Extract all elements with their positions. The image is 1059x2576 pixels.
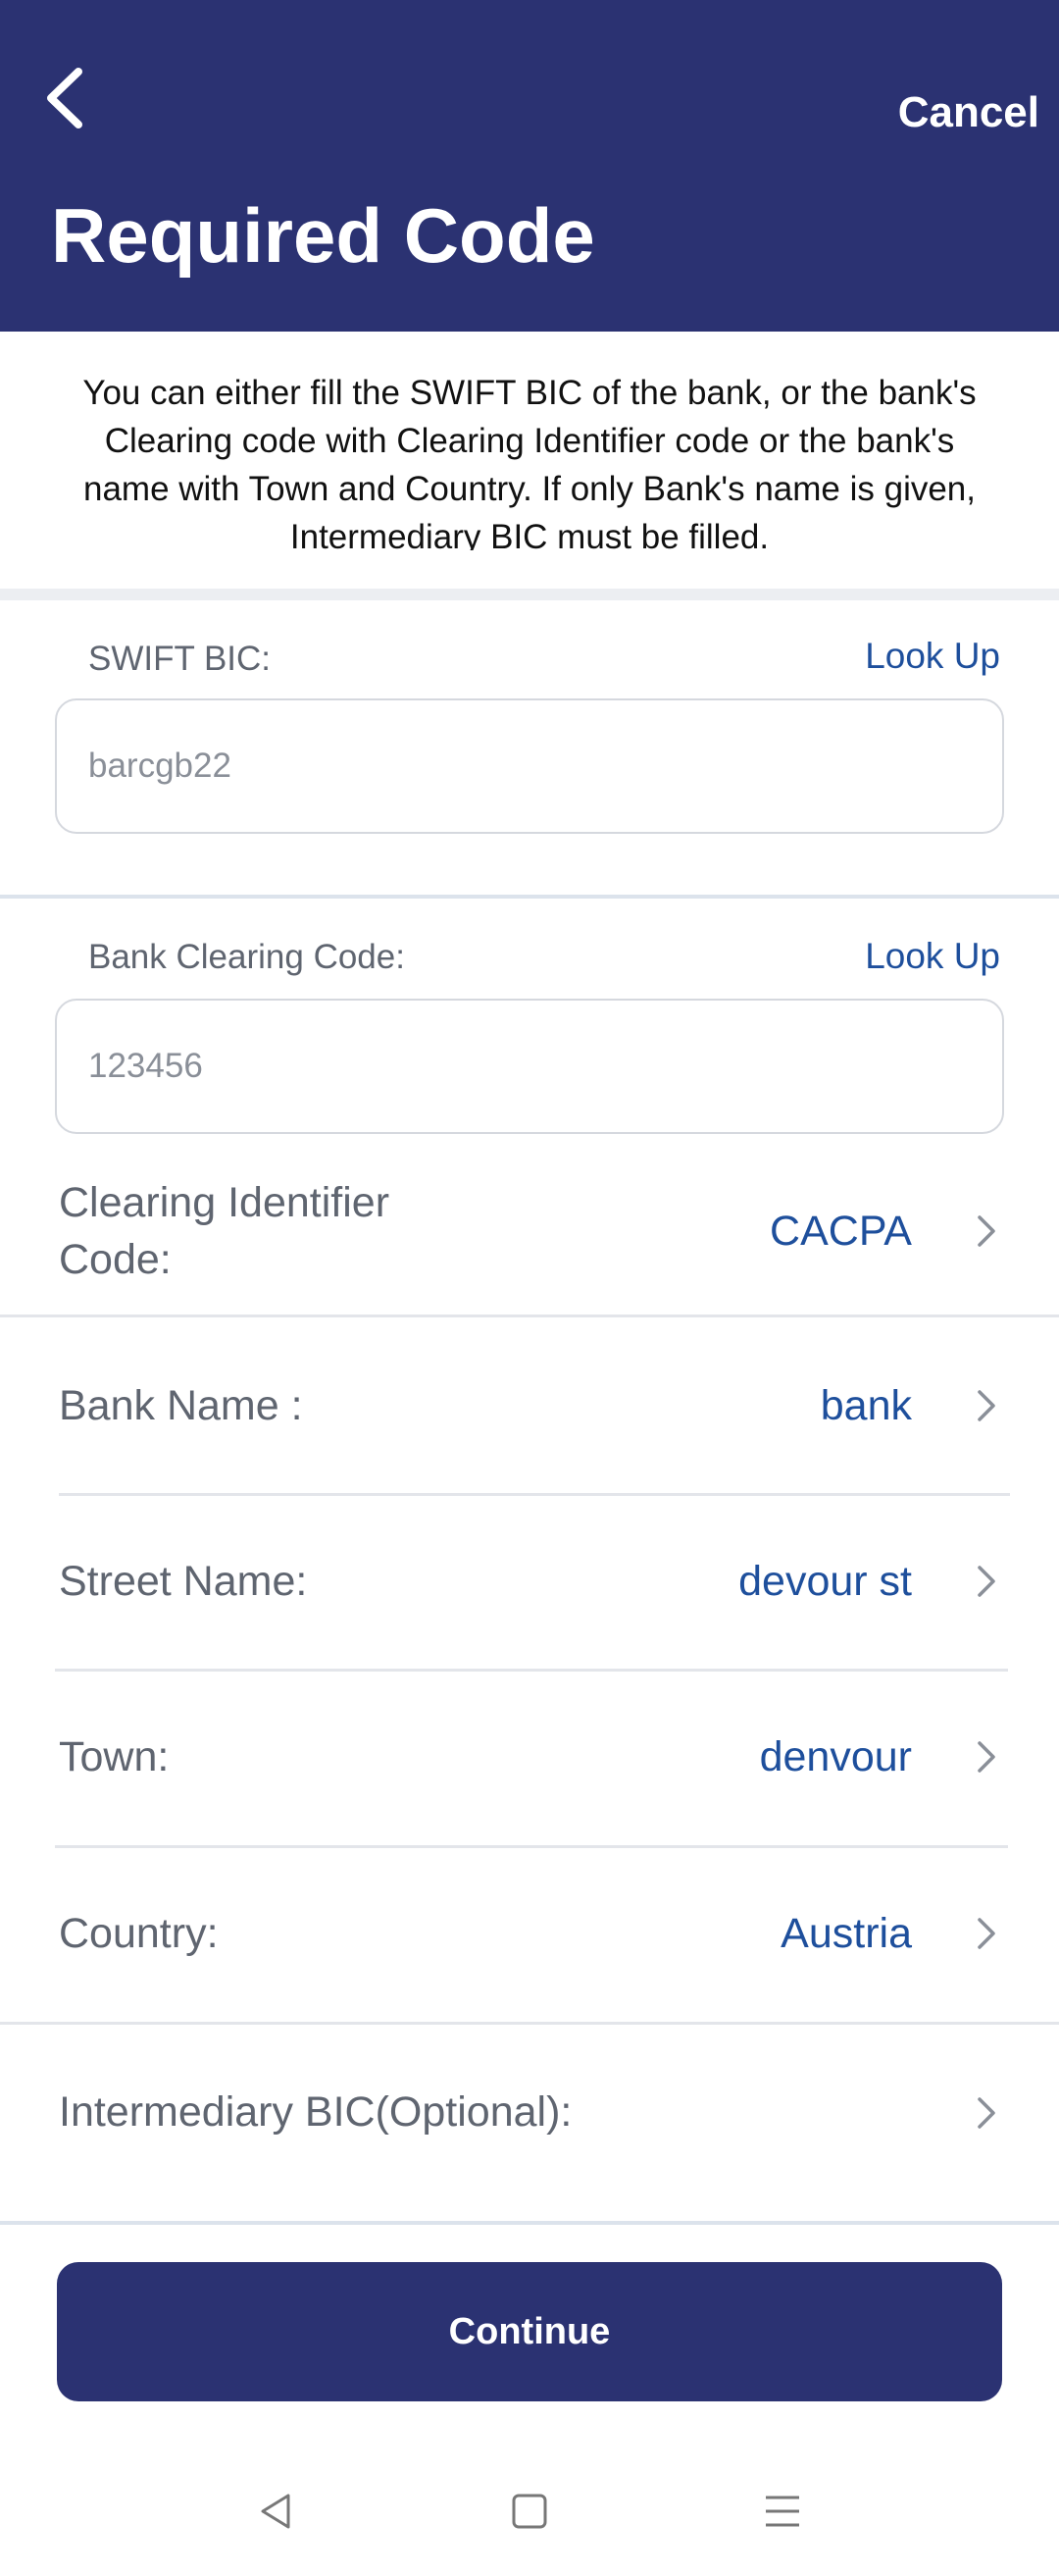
chevron-left-icon <box>47 68 82 129</box>
section-divider <box>0 895 1059 899</box>
nav-back-button[interactable] <box>247 2482 306 2541</box>
chevron-right-icon <box>978 1741 995 1773</box>
street-name-label: Street Name: <box>59 1558 308 1605</box>
intermediary-bic-row[interactable]: Intermediary BIC(Optional): <box>0 2025 1059 2221</box>
bank-clearing-code-input[interactable] <box>55 999 1004 1134</box>
bank-name-value: bank <box>820 1382 912 1429</box>
clearing-identifier-label: Clearing Identifier Code: <box>59 1174 389 1288</box>
town-row[interactable]: Town: denvour <box>0 1672 1059 1846</box>
section-divider <box>0 589 1059 600</box>
chevron-right-icon <box>978 2097 995 2129</box>
town-value: denvour <box>759 1733 912 1780</box>
intermediary-bic-label: Intermediary BIC(Optional): <box>59 2088 573 2136</box>
swift-lookup-button[interactable]: Look Up <box>865 636 1000 677</box>
country-value: Austria <box>781 1910 912 1957</box>
clearing-identifier-label-line1: Clearing Identifier <box>59 1179 390 1226</box>
clearing-identifier-value: CACPA <box>770 1208 912 1255</box>
app-header: Cancel Required Code <box>0 0 1059 332</box>
chevron-right-icon <box>978 1390 995 1421</box>
nav-menu-button[interactable] <box>753 2482 812 2541</box>
square-home-icon <box>512 2494 547 2529</box>
system-nav-bar <box>0 2452 1059 2576</box>
triangle-back-icon <box>261 2494 290 2529</box>
clearing-lookup-button[interactable]: Look Up <box>865 936 1000 977</box>
page-title: Required Code <box>51 192 595 279</box>
swift-bic-label: SWIFT BIC: <box>88 640 272 678</box>
street-name-row[interactable]: Street Name: devour st <box>0 1496 1059 1670</box>
clearing-identifier-row[interactable]: Clearing Identifier Code: CACPA <box>0 1162 1059 1314</box>
country-label: Country: <box>59 1910 219 1957</box>
bank-clearing-code-label: Bank Clearing Code: <box>88 938 405 976</box>
instructions-text: You can either fill the SWIFT BIC of the… <box>82 374 977 550</box>
country-row[interactable]: Country: Austria <box>0 1848 1059 2023</box>
bank-name-label: Bank Name : <box>59 1382 303 1429</box>
back-button[interactable] <box>29 59 98 137</box>
cancel-button[interactable]: Cancel <box>898 88 1039 137</box>
chevron-right-icon <box>978 1215 995 1247</box>
section-divider <box>0 2221 1059 2225</box>
town-label: Town: <box>59 1733 170 1780</box>
swift-bic-input[interactable] <box>55 698 1004 834</box>
chevron-right-icon <box>978 1918 995 1949</box>
continue-button[interactable]: Continue <box>57 2262 1002 2401</box>
menu-lines-icon <box>766 2496 799 2527</box>
chevron-right-icon <box>978 1566 995 1597</box>
bank-name-row[interactable]: Bank Name : bank <box>0 1317 1059 1494</box>
nav-home-button[interactable] <box>500 2482 559 2541</box>
clearing-identifier-label-line2: Code: <box>59 1236 172 1283</box>
street-name-value: devour st <box>738 1558 912 1605</box>
